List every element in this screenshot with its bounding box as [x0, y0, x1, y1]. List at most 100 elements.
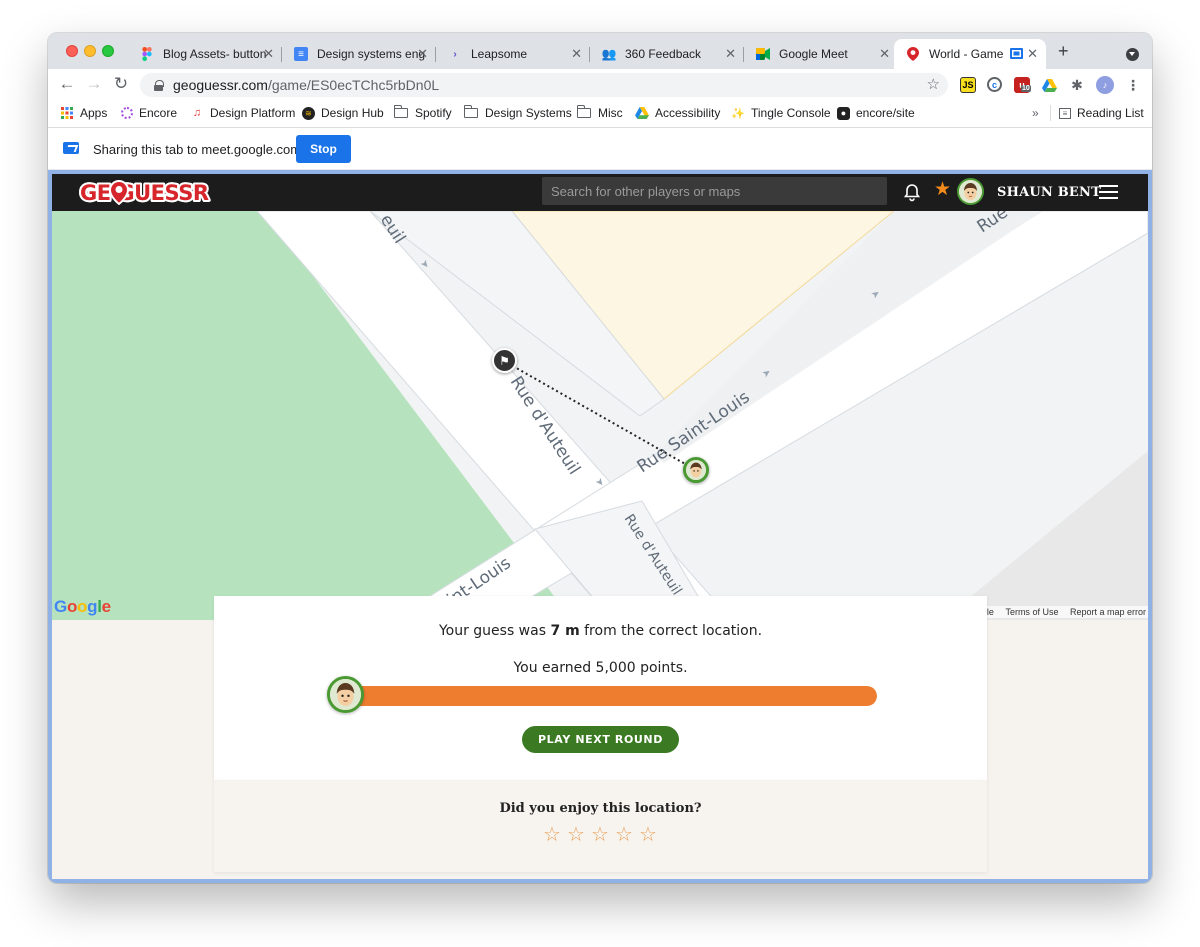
bookmark-label: Design Platform	[210, 106, 296, 120]
bookmark-design-systems-folder[interactable]: Design Systems	[463, 105, 572, 120]
sharing-message: Sharing this tab to meet.google.com	[93, 142, 302, 157]
apps-grid-icon	[60, 106, 74, 120]
bookmark-encore-site[interactable]: ● encore/site	[837, 106, 915, 120]
lock-icon	[154, 79, 164, 91]
stop-sharing-button[interactable]: Stop	[296, 135, 351, 163]
bookmark-apps[interactable]: Apps	[60, 106, 107, 120]
bookmark-tingle-console[interactable]: ✨ Tingle Console	[731, 106, 830, 120]
url-host: geoguessr.com	[173, 77, 268, 93]
svg-text:GE GUESSR: GE GUESSR	[80, 181, 209, 205]
bookmark-label: Apps	[80, 106, 108, 120]
bookmark-label: encore/site	[856, 106, 915, 120]
leapsome-icon: ›	[453, 48, 457, 60]
player-search-input[interactable]	[542, 177, 887, 205]
back-button[interactable]: ←	[57, 74, 77, 94]
rating-star-icon[interactable]: ☆	[638, 825, 658, 845]
drive-icon	[635, 106, 649, 120]
url-path: /game/ES0ecTChc5rbDn0L	[267, 77, 440, 93]
favorite-star-icon[interactable]: ★	[934, 180, 951, 200]
rating-star-icon[interactable]: ☆	[566, 825, 586, 845]
correct-location-flag-icon[interactable]: ⚑	[492, 348, 517, 373]
js-extension-icon[interactable]: JS	[960, 77, 976, 93]
username[interactable]: SHAUN BENT	[997, 185, 1101, 200]
rating-star-icon[interactable]: ☆	[590, 825, 610, 845]
bookmark-encore[interactable]: Encore	[121, 106, 177, 120]
geoguessr-logo[interactable]: GE GUESSR GE GUESSR	[79, 179, 211, 205]
report-map-error-link[interactable]: Report a map error	[1070, 607, 1146, 617]
score-progress-bar	[350, 686, 877, 706]
user-avatar[interactable]	[957, 178, 984, 205]
bookmark-label: Accessibility	[655, 106, 721, 120]
docs-icon: ≡	[294, 47, 308, 61]
ublock-extension-icon[interactable]: u 10	[1014, 77, 1031, 93]
guess-marker-avatar[interactable]	[683, 457, 709, 483]
browser-window: Blog Assets- button ✕ ≡ Design systems e…	[48, 33, 1152, 883]
drive-extension-icon[interactable]	[1041, 77, 1057, 93]
page-viewport: GE GUESSR GE GUESSR ★ SHAUN BENT	[48, 170, 1152, 883]
sparkle-icon: ✨	[731, 107, 745, 120]
bookmark-spotify-folder[interactable]: Spotify	[393, 105, 452, 120]
play-next-round-button[interactable]: PLAY NEXT ROUND	[522, 726, 679, 753]
bookmark-misc-folder[interactable]: Misc	[576, 105, 623, 120]
tab-design-systems[interactable]: ≡ Design systems eng ✕	[282, 39, 436, 69]
address-bar[interactable]: geoguessr.com/game/ES0ecTChc5rbDn0L ☆	[140, 73, 948, 97]
reading-list-button[interactable]: ≡ Reading List	[1059, 106, 1144, 120]
meet-icon	[756, 47, 770, 61]
progress-avatar	[327, 676, 364, 713]
guess-distance-text: Your guess was 7 m from the correct loca…	[214, 623, 987, 639]
close-tab-icon[interactable]: ✕	[417, 47, 428, 60]
people-icon: 👥	[601, 47, 617, 61]
reload-button[interactable]: ↻	[111, 74, 131, 94]
figma-icon	[140, 47, 154, 61]
tab-strip: Blog Assets- button ✕ ≡ Design systems e…	[48, 33, 1152, 69]
tab-blog-assets[interactable]: Blog Assets- button ✕	[128, 39, 282, 69]
new-tab-button[interactable]: +	[1058, 42, 1069, 60]
close-window-button[interactable]	[66, 45, 78, 57]
close-tab-icon[interactable]: ✕	[879, 47, 890, 60]
bookmark-accessibility[interactable]: Accessibility	[635, 106, 720, 120]
bookmarks-divider	[1050, 105, 1051, 121]
grammar-extension-icon[interactable]: c	[987, 77, 1002, 92]
folder-icon	[463, 105, 478, 118]
rating-star-icon[interactable]: ☆	[542, 825, 562, 845]
tab-title: World - Game -	[929, 47, 1007, 61]
profile-avatar-icon[interactable]: ♪	[1096, 76, 1114, 94]
extension-badge: 10	[1021, 85, 1031, 92]
bookmark-design-platform[interactable]: ♫ Design Platform	[190, 106, 296, 120]
bookmark-star-icon[interactable]: ☆	[927, 75, 940, 93]
browser-toolbar: ← → ↻ geoguessr.com/game/ES0ecTChc5rbDn0…	[48, 69, 1152, 101]
chrome-menu-icon[interactable]: ⋮	[1125, 77, 1141, 93]
reading-list-icon: ≡	[1059, 107, 1071, 119]
close-tab-icon[interactable]: ✕	[725, 47, 736, 60]
close-tab-icon[interactable]: ✕	[571, 47, 582, 60]
result-map[interactable]: ➤ ➤ ➤ ➤ Rue d'Auteuil Rue Saint-Louis Ru…	[52, 211, 1148, 620]
tab-search-icon[interactable]	[1126, 48, 1139, 61]
close-tab-icon[interactable]: ✕	[263, 47, 274, 60]
rating-stars: ☆ ☆ ☆ ☆ ☆	[542, 825, 658, 845]
bookmarks-overflow-button[interactable]: »	[1032, 106, 1039, 120]
tab-360-feedback[interactable]: 👥 360 Feedback ✕	[590, 39, 744, 69]
tab-leapsome[interactable]: › Leapsome ✕	[436, 39, 590, 69]
folder-icon	[393, 105, 408, 118]
minimize-window-button[interactable]	[84, 45, 96, 57]
screen-share-icon	[63, 142, 79, 154]
extensions-puzzle-icon[interactable]: ✱	[1069, 77, 1085, 93]
tab-google-meet[interactable]: Google Meet ✕	[744, 39, 898, 69]
encore-icon	[121, 107, 133, 119]
rating-star-icon[interactable]: ☆	[614, 825, 634, 845]
forward-button[interactable]: →	[84, 74, 104, 94]
bookmark-design-hub[interactable]: ≋ Design Hub	[302, 106, 384, 120]
bookmark-label: Design Systems	[485, 106, 572, 120]
notifications-bell-icon[interactable]	[902, 182, 922, 202]
zoom-window-button[interactable]	[102, 45, 114, 57]
close-tab-icon[interactable]: ✕	[1027, 47, 1038, 60]
terms-of-use-link[interactable]: Terms of Use	[1005, 607, 1058, 617]
google-map-logo: Google	[54, 597, 111, 616]
bookmarks-bar: Apps Encore ♫ Design Platform ≋ Design Hub…	[48, 101, 1152, 128]
map-footer: ogle Terms of Use Report a map error	[965, 606, 1148, 618]
menu-hamburger-icon[interactable]	[1099, 185, 1118, 199]
tab-geoguessr[interactable]: World - Game - ✕	[894, 39, 1046, 69]
bookmark-label: Encore	[139, 106, 178, 120]
location-rating-card: Did you enjoy this location? ☆ ☆ ☆ ☆ ☆	[214, 780, 987, 872]
rating-question: Did you enjoy this location?	[499, 801, 702, 816]
